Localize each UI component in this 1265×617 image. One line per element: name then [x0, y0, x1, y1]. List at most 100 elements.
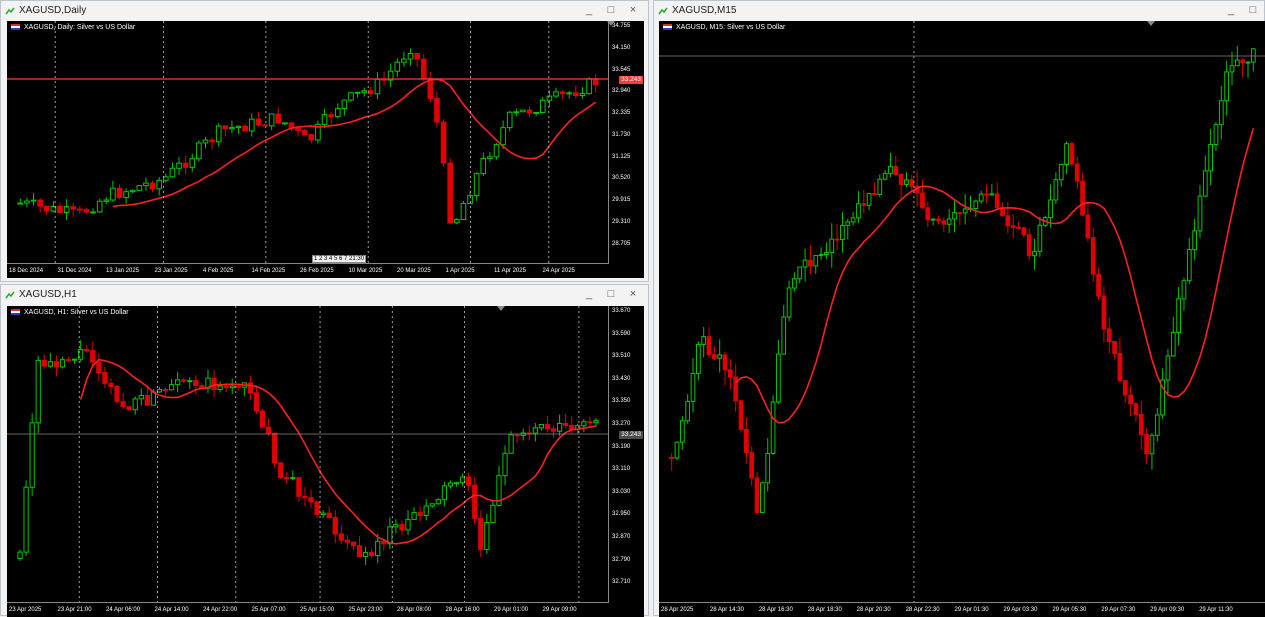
candle-body [110, 187, 116, 201]
daily-chart-window[interactable]: XAGUSD,Daily _ □ × XAGUSD, Daily: Silver… [0, 0, 649, 282]
candle-body [824, 252, 829, 256]
m15-chart-window[interactable]: XAGUSD,M15 _ □ XAGUSD, M15: Silver vs US… [653, 0, 1265, 617]
minimize-button[interactable]: _ [582, 4, 596, 17]
candle-body [344, 539, 351, 543]
candle-body [440, 121, 447, 164]
candle-body [229, 127, 235, 130]
time-tick: 11 Apr 2025 [494, 268, 526, 274]
candle-body [1058, 163, 1064, 181]
candle-body [334, 108, 341, 118]
candle-body [861, 203, 867, 206]
candle-body [302, 495, 308, 499]
candle-body [41, 359, 47, 367]
price-tick: 33.670 [612, 308, 631, 314]
candle-body [453, 219, 460, 224]
time-tick: 23 Apr 21:00 [57, 607, 92, 613]
candle-body [1170, 331, 1176, 357]
shift-marker-icon[interactable] [607, 21, 615, 26]
minimize-button[interactable]: _ [1224, 4, 1238, 17]
price-axis[interactable]: 34.755 34.150 33.545 32.940 32.335 31.730 31.1… [608, 21, 644, 278]
candle-body [77, 208, 83, 211]
candle-body [381, 540, 387, 545]
price-tick: 32.940 [612, 88, 631, 95]
time-tick: 25 Apr 15:00 [300, 607, 335, 613]
candle-body [973, 200, 979, 210]
chart-icon [5, 7, 15, 15]
maximize-button[interactable]: □ [604, 4, 618, 17]
shift-marker-icon[interactable] [1147, 21, 1155, 26]
candle-body [59, 359, 66, 368]
shift-marker-icon[interactable] [497, 306, 505, 311]
candle-body [71, 358, 78, 361]
candle-body [393, 524, 399, 528]
time-axis[interactable]: 23 Apr 2025 23 Apr 21:00 24 Apr 06:00 24 Ap… [7, 602, 609, 617]
close-button[interactable]: × [626, 288, 640, 301]
candle-body [1128, 394, 1133, 405]
candle-body [936, 218, 941, 222]
candle-body [685, 400, 691, 422]
candle-body [43, 205, 50, 212]
price-tick: 33.270 [612, 420, 631, 427]
candle-body [872, 193, 877, 196]
close-button[interactable]: × [626, 4, 640, 17]
daily-titlebar[interactable]: XAGUSD,Daily _ □ × [1, 1, 648, 21]
candle-body [162, 176, 169, 181]
candle-body [1096, 273, 1101, 297]
candle-body [1016, 226, 1021, 229]
price-tick: 32.870 [612, 533, 631, 540]
moving-average-line [735, 128, 1255, 424]
candle-body [573, 92, 579, 97]
candle-body [490, 504, 496, 524]
time-axis[interactable]: 28 Apr 2025 28 Apr 14:30 28 Apr 16:30 28 Ap… [659, 602, 1265, 617]
candle-body [882, 172, 888, 180]
time-axis[interactable]: 18 Dec 2024 31 Dec 2024 13 Jan 2025 23 Jan … [7, 263, 609, 278]
candle-body [308, 134, 315, 141]
candle-body [473, 173, 480, 197]
m15-titlebar[interactable]: XAGUSD,M15 _ □ [654, 1, 1264, 21]
maximize-button[interactable]: □ [604, 288, 618, 301]
candle-body [181, 379, 187, 382]
minimize-button[interactable]: _ [582, 288, 596, 301]
candle-body [888, 166, 893, 174]
price-axis[interactable]: 33.670 33.590 33.510 33.430 33.350 33.270 33.1… [608, 306, 644, 617]
time-tick: 26 Feb 2025 [300, 268, 334, 274]
time-tick: 23 Apr 2025 [9, 607, 42, 613]
candle-body [539, 99, 546, 113]
candle-body [776, 353, 781, 403]
price-tick: 33.590 [612, 330, 631, 337]
h1-chart-window[interactable]: XAGUSD,H1 _ □ × XAGUSD, H1: Silver vs US… [0, 284, 649, 617]
candle-body [1250, 48, 1256, 63]
candle-body [83, 209, 90, 213]
candle-body [569, 424, 575, 430]
candle-body [1037, 224, 1043, 252]
candle-body [514, 434, 520, 437]
candle-body [150, 391, 157, 406]
scroll-navigator[interactable]: 1 2 3 4 5 6 7 21:30 [312, 255, 367, 263]
candle-body [500, 127, 506, 146]
candle-body [102, 371, 108, 384]
chart-icon [5, 291, 15, 299]
candle-body [1197, 195, 1203, 232]
candle-body [1234, 59, 1240, 67]
candle-body [90, 211, 96, 214]
daily-chart-area[interactable]: XAGUSD, Daily: Silver vs US Dollar 34.75… [7, 21, 644, 278]
candle-body [405, 518, 411, 531]
candle-body [754, 477, 760, 513]
candle-body [546, 95, 553, 101]
m15-chart-area[interactable]: XAGUSD, M15: Silver vs US Dollar 28 Apr … [659, 21, 1265, 617]
candle-body [259, 410, 266, 428]
candle-body [262, 124, 268, 127]
h1-chart-area[interactable]: XAGUSD, H1: Silver vs US Dollar 33.670 33… [7, 306, 644, 617]
candle-body [435, 499, 441, 505]
candle-body [447, 162, 454, 224]
maximize-button[interactable]: □ [1246, 4, 1260, 17]
time-tick: 29 Apr 03:30 [1003, 607, 1038, 613]
candle-body [321, 114, 328, 125]
candle-body [399, 524, 405, 531]
candle-body [341, 99, 348, 110]
candle-body [356, 545, 363, 558]
window-title: XAGUSD,H1 [19, 289, 77, 300]
candle-body [338, 533, 344, 541]
candle-body [669, 457, 675, 459]
h1-titlebar[interactable]: XAGUSD,H1 _ □ × [1, 285, 648, 305]
